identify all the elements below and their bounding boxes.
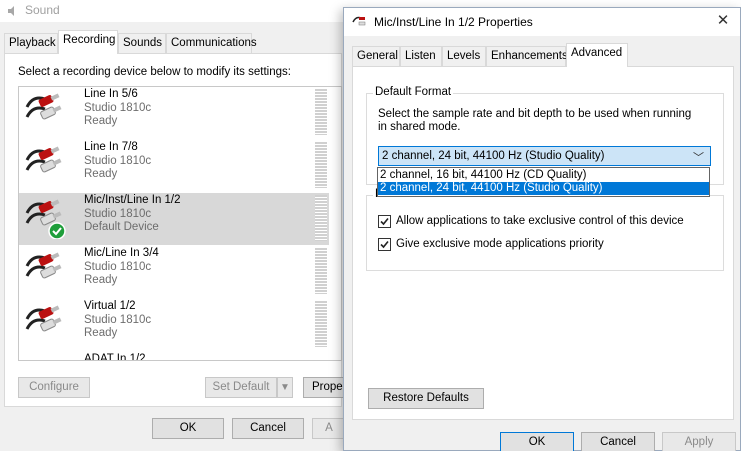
level-meter — [315, 195, 327, 241]
tab-general[interactable]: General — [352, 46, 400, 66]
device-name: ADAT In 1/2 — [84, 353, 146, 361]
device-item-mic-line-in-3-4[interactable]: Mic/Line In 3/4 Studio 1810c Ready — [19, 246, 329, 298]
tab-communications[interactable]: Communications — [166, 33, 257, 53]
sound-window: Sound Playback Recording Sounds Communic… — [0, 0, 347, 451]
device-item-mic-inst-line-in-1-2[interactable]: Mic/Inst/Line In 1/2 Studio 1810c Defaul… — [19, 193, 329, 245]
exclusive-mode-group: Exclusive Mode Allow applications to tak… — [366, 188, 724, 271]
rca-jack-icon — [23, 199, 67, 240]
device-subtitle: Studio 1810c — [84, 102, 152, 114]
sound-button-bar: OK Cancel A — [0, 407, 345, 451]
restore-defaults-button[interactable]: Restore Defaults — [368, 388, 484, 409]
tab-advanced[interactable]: Advanced — [566, 43, 628, 67]
sample-rate-selected-value: 2 channel, 24 bit, 44100 Hz (Studio Qual… — [382, 150, 605, 162]
device-status: Ready — [84, 327, 118, 339]
device-item-line-in-7-8[interactable]: Line In 7/8 Studio 1810c Ready — [19, 140, 329, 192]
level-meter — [315, 89, 327, 135]
device-item-adat-in-1-2[interactable]: ADAT In 1/2 — [19, 352, 329, 361]
rca-jack-icon — [23, 93, 67, 133]
props-cancel-button[interactable]: Cancel — [581, 432, 655, 451]
speaker-icon — [6, 4, 20, 18]
chevron-down-icon: ▼ — [280, 382, 290, 393]
device-subtitle: Studio 1810c — [84, 261, 152, 273]
device-item-virtual-1-2[interactable]: Virtual 1/2 Studio 1810c Ready — [19, 299, 329, 351]
props-ok-button[interactable]: OK — [500, 432, 574, 451]
set-default-button[interactable]: Set Default — [205, 377, 277, 398]
level-meter — [315, 301, 327, 347]
sample-rate-dropdown-list[interactable]: 2 channel, 16 bit, 44100 Hz (CD Quality)… — [377, 167, 710, 197]
device-name: Line In 5/6 — [84, 88, 138, 100]
device-name: Mic/Inst/Line In 1/2 — [84, 194, 181, 206]
sound-cancel-button[interactable]: Cancel — [232, 418, 304, 439]
rca-jack-icon — [23, 358, 67, 360]
sound-apply-button[interactable]: A — [312, 418, 345, 439]
device-status: Ready — [84, 115, 118, 127]
device-list[interactable]: Line In 5/6 Studio 1810c Ready Line In 7… — [18, 86, 342, 361]
properties-dialog: Mic/Inst/Line In 1/2 Properties ✕ Genera… — [343, 7, 741, 451]
device-subtitle: Studio 1810c — [84, 155, 152, 167]
sound-ok-button[interactable]: OK — [152, 418, 224, 439]
properties-title: Mic/Inst/Line In 1/2 Properties — [374, 15, 533, 29]
rca-jack-icon — [23, 252, 67, 292]
default-format-title: Default Format — [373, 86, 454, 98]
rca-jack-icon — [23, 146, 67, 186]
sound-titlebar[interactable]: Sound — [0, 0, 345, 22]
device-item-line-in-5-6[interactable]: Line In 5/6 Studio 1810c Ready — [19, 87, 329, 139]
exclusive-priority-checkbox[interactable]: Give exclusive mode applications priorit… — [378, 237, 708, 253]
sample-rate-select[interactable]: 2 channel, 24 bit, 44100 Hz (Studio Qual… — [378, 146, 711, 166]
close-icon[interactable]: ✕ — [714, 12, 732, 30]
checkbox-checked-icon[interactable] — [378, 238, 391, 251]
allow-exclusive-checkbox[interactable]: Allow applications to take exclusive con… — [378, 214, 708, 230]
sound-window-title: Sound — [25, 3, 60, 17]
device-status: Ready — [84, 274, 118, 286]
rca-jack-icon — [23, 305, 67, 345]
checkbox-checked-icon[interactable] — [378, 215, 391, 228]
rca-jack-icon — [352, 16, 366, 28]
tab-levels[interactable]: Levels — [442, 46, 486, 66]
device-name: Mic/Line In 3/4 — [84, 247, 159, 259]
configure-button[interactable]: Configure — [18, 377, 90, 398]
device-status: Default Device — [84, 221, 159, 233]
device-status: Ready — [84, 168, 118, 180]
advanced-panel: Default Format Select the sample rate an… — [352, 66, 734, 420]
device-subtitle: Studio 1810c — [84, 314, 152, 326]
exclusive-priority-label: Give exclusive mode applications priorit… — [396, 238, 604, 250]
properties-button-bar: OK Cancel Apply — [344, 420, 740, 451]
set-default-dropdown-button[interactable]: ▼ — [277, 377, 293, 398]
sample-rate-option[interactable]: 2 channel, 16 bit, 44100 Hz (CD Quality) — [378, 169, 709, 182]
tab-enhancements[interactable]: Enhancements — [486, 46, 568, 66]
props-apply-button[interactable]: Apply — [662, 432, 736, 451]
chevron-down-icon: ﹀ — [693, 152, 704, 164]
tab-sounds[interactable]: Sounds — [118, 33, 166, 53]
device-name: Line In 7/8 — [84, 141, 138, 153]
tab-recording[interactable]: Recording — [58, 30, 118, 54]
default-format-description-line1: Select the sample rate and bit depth to … — [378, 108, 692, 120]
level-meter — [315, 248, 327, 294]
tab-playback[interactable]: Playback — [4, 33, 58, 53]
recording-panel: Select a recording device below to modif… — [4, 53, 347, 407]
allow-exclusive-label: Allow applications to take exclusive con… — [396, 215, 684, 227]
properties-button[interactable]: Proper — [303, 377, 347, 398]
sample-rate-option-selected[interactable]: 2 channel, 24 bit, 44100 Hz (Studio Qual… — [378, 182, 709, 195]
default-format-description-line2: in shared mode. — [378, 121, 461, 133]
properties-titlebar[interactable]: Mic/Inst/Line In 1/2 Properties ✕ — [344, 8, 740, 36]
device-name: Virtual 1/2 — [84, 300, 136, 312]
device-subtitle: Studio 1810c — [84, 208, 152, 220]
recording-instruction: Select a recording device below to modif… — [18, 66, 291, 78]
tab-listen[interactable]: Listen — [400, 46, 442, 66]
level-meter — [315, 142, 327, 188]
